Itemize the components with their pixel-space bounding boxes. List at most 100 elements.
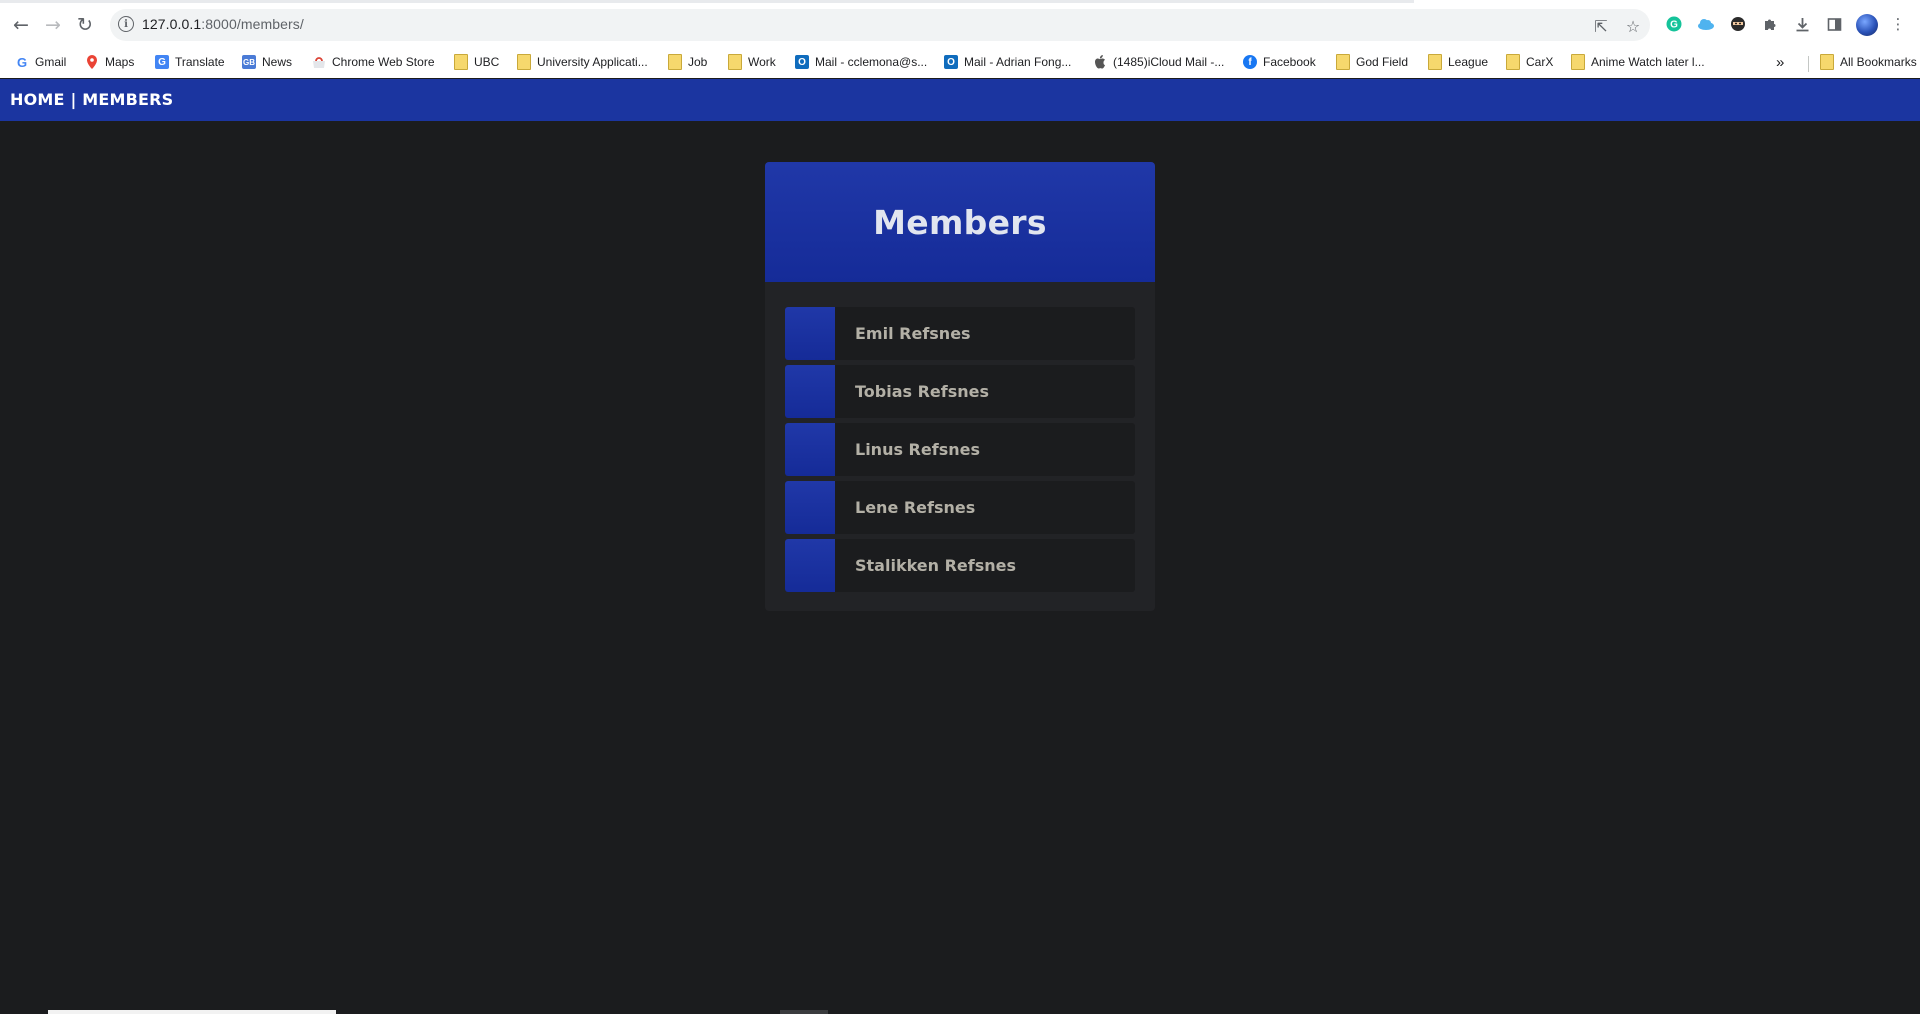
bookmark-label: Work <box>748 55 776 69</box>
folder-icon <box>668 54 682 70</box>
bookmark-facebook[interactable]: f Facebook <box>1243 51 1316 73</box>
bookmark-maps[interactable]: Maps <box>85 51 134 73</box>
folder-icon <box>728 54 742 70</box>
side-panel-icon[interactable] <box>1823 13 1845 35</box>
members-card: Members Emil Refsnes Tobias Refsnes Linu… <box>765 162 1155 611</box>
bookmark-carx[interactable]: CarX <box>1506 51 1553 73</box>
bookmark-news[interactable]: GB News <box>242 51 292 73</box>
extensions-puzzle-icon[interactable] <box>1759 13 1781 35</box>
share-icon[interactable]: ⇱ <box>1590 15 1612 37</box>
back-arrow-icon[interactable]: ← <box>8 12 34 38</box>
bookmark-label: News <box>262 55 293 69</box>
bookmark-label: Anime Watch later l... <box>1591 55 1705 69</box>
bookmark-chrome-web-store[interactable]: Chrome Web Store <box>312 51 435 73</box>
all-bookmarks-button[interactable]: All Bookmarks <box>1820 51 1917 73</box>
bookmark-league[interactable]: League <box>1428 51 1488 73</box>
bookmark-translate[interactable]: G Translate <box>155 51 225 73</box>
gmail-icon: G <box>16 54 28 70</box>
member-item[interactable]: Linus Refsnes <box>785 423 1135 476</box>
webstore-icon <box>312 55 326 69</box>
folder-icon <box>454 54 468 70</box>
grammarly-extension-icon[interactable]: G <box>1663 13 1685 35</box>
bookmark-label: Maps <box>105 55 135 69</box>
bookmark-label: Mail - cclemona@s... <box>815 55 928 69</box>
bookmark-anime-watch-later[interactable]: Anime Watch later l... <box>1571 51 1705 73</box>
member-name[interactable]: Emil Refsnes <box>855 324 971 343</box>
member-color-swatch <box>785 423 835 476</box>
member-name[interactable]: Stalikken Refsnes <box>855 556 1016 575</box>
tab-strip-edge <box>0 0 1414 3</box>
member-color-swatch <box>785 481 835 534</box>
bookmark-work[interactable]: Work <box>728 51 776 73</box>
url-path: :8000/members/ <box>201 16 304 32</box>
bookmark-label: League <box>1448 55 1489 69</box>
bookmark-job[interactable]: Job <box>668 51 707 73</box>
member-name[interactable]: Lene Refsnes <box>855 498 975 517</box>
address-bar[interactable]: i 127.0.0.1:8000/members/ ⇱ ☆ <box>110 9 1650 41</box>
folder-icon <box>1571 54 1585 70</box>
folder-icon <box>1820 54 1834 70</box>
kebab-menu-icon[interactable]: ⋮ <box>1887 13 1909 35</box>
bookmark-icloud-mail[interactable]: (1485)iCloud Mail -... <box>1093 51 1224 73</box>
bookmark-label: Gmail <box>35 55 67 69</box>
bookmark-mail-adrian[interactable]: O Mail - Adrian Fong... <box>944 51 1071 73</box>
bookmark-ubc[interactable]: UBC <box>454 51 499 73</box>
bookmark-label: Job <box>688 55 708 69</box>
ninja-extension-icon[interactable] <box>1727 13 1749 35</box>
bookmarks-overflow-chevron-icon[interactable]: » <box>1776 51 1784 73</box>
bookmark-label: God Field <box>1356 55 1409 69</box>
facebook-icon: f <box>1243 55 1257 69</box>
taskbar-preview-edge <box>48 1010 336 1014</box>
member-item[interactable]: Tobias Refsnes <box>785 365 1135 418</box>
member-name[interactable]: Tobias Refsnes <box>855 382 989 401</box>
outlook-icon: O <box>795 55 809 69</box>
bookmark-label: CarX <box>1526 55 1554 69</box>
folder-icon <box>1428 54 1442 70</box>
site-nav-bar: HOME | MEMBERS <box>0 79 1920 121</box>
bookmark-label: All Bookmarks <box>1840 55 1917 69</box>
site-nav-links: HOME | MEMBERS <box>10 90 173 109</box>
member-name[interactable]: Linus Refsnes <box>855 440 980 459</box>
profile-avatar[interactable] <box>1856 14 1878 36</box>
bookmark-label: UBC <box>474 55 500 69</box>
maps-icon <box>85 55 99 69</box>
browser-toolbar: ← → ↻ i 127.0.0.1:8000/members/ ⇱ ☆ G ⋮ … <box>0 0 1920 78</box>
members-list: Emil Refsnes Tobias Refsnes Linus Refsne… <box>785 307 1135 597</box>
nav-members-link[interactable]: MEMBERS <box>82 90 173 109</box>
member-item[interactable]: Stalikken Refsnes <box>785 539 1135 592</box>
bookmark-label: Mail - Adrian Fong... <box>964 55 1072 69</box>
member-color-swatch <box>785 539 835 592</box>
translate-icon: G <box>155 55 169 69</box>
bookmark-label: Translate <box>175 55 225 69</box>
bookmark-gmail[interactable]: G Gmail <box>15 51 66 73</box>
site-info-icon[interactable]: i <box>118 16 134 32</box>
bookmark-label: Facebook <box>1263 55 1316 69</box>
bookmarks-bar: G Gmail Maps G Translate GB News Chrome … <box>0 48 1920 78</box>
bookmark-label: (1485)iCloud Mail -... <box>1113 55 1225 69</box>
bookmark-university-applications[interactable]: University Applicati... <box>517 51 648 73</box>
members-card-header: Members <box>765 162 1155 282</box>
nav-separator: | <box>70 90 77 109</box>
scrollbar-thumb[interactable] <box>780 1010 828 1014</box>
url-host: 127.0.0.1 <box>142 16 202 32</box>
reload-icon[interactable]: ↻ <box>72 12 98 38</box>
outlook-icon: O <box>944 55 958 69</box>
bookmark-label: Chrome Web Store <box>332 55 435 69</box>
member-item[interactable]: Emil Refsnes <box>785 307 1135 360</box>
folder-icon <box>517 54 531 70</box>
member-item[interactable]: Lene Refsnes <box>785 481 1135 534</box>
bookmark-label: University Applicati... <box>537 55 648 69</box>
forward-arrow-icon[interactable]: → <box>40 12 66 38</box>
bookmark-star-icon[interactable]: ☆ <box>1622 15 1644 37</box>
svg-text:G: G <box>1670 20 1678 31</box>
page-title: Members <box>873 202 1047 242</box>
bookmarks-divider <box>1808 56 1809 72</box>
bookmark-god-field[interactable]: God Field <box>1336 51 1408 73</box>
cloud-extension-icon[interactable] <box>1695 13 1717 35</box>
nav-home-link[interactable]: HOME <box>10 90 65 109</box>
bookmark-mail-cclemona[interactable]: O Mail - cclemona@s... <box>795 51 927 73</box>
address-url[interactable]: 127.0.0.1:8000/members/ <box>142 16 304 32</box>
downloads-icon[interactable] <box>1791 13 1813 35</box>
folder-icon <box>1506 54 1520 70</box>
folder-icon <box>1336 54 1350 70</box>
